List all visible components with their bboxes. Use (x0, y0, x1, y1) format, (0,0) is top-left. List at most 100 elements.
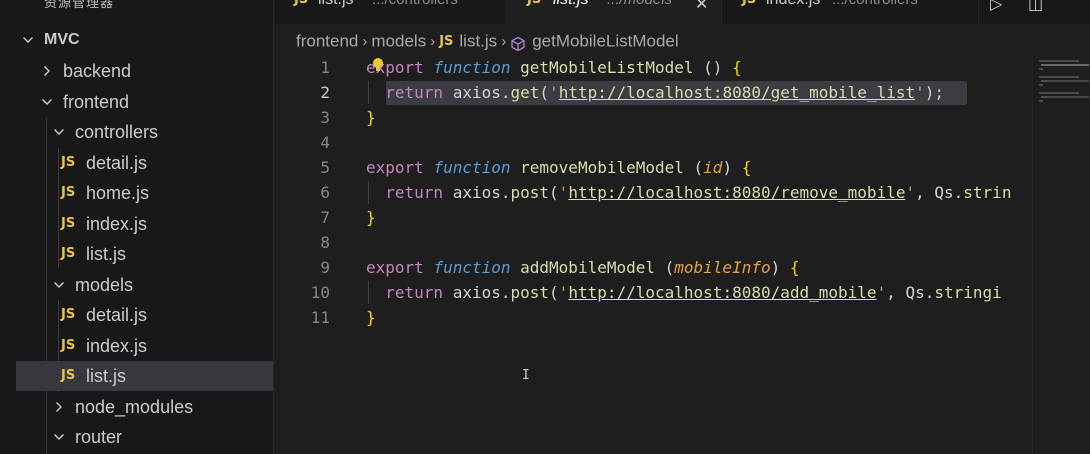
chevron-down-icon (52, 430, 66, 444)
explorer-header: 资源管理器 ··· (0, 0, 274, 12)
chevron-right-icon: › (362, 32, 368, 50)
code-token: axios. (443, 283, 511, 302)
code-line[interactable]: export function removeMobileModel (id) { (366, 155, 751, 180)
tab-path: .../controllers (372, 0, 458, 8)
line-number: 6 (320, 183, 330, 202)
tab-label: list.js (318, 0, 354, 9)
code-token: axios. (443, 83, 511, 102)
code-line[interactable]: export function addMobileModel (mobileIn… (366, 255, 800, 280)
more-actions-button[interactable]: ··· (232, 0, 253, 9)
code-line[interactable]: } (366, 205, 376, 230)
tree-folder-backend[interactable]: backend (0, 56, 273, 86)
minimap[interactable] (1032, 54, 1090, 454)
tree-file-detail-js[interactable]: JS detail.js (0, 300, 273, 330)
code-token: ( (683, 158, 704, 177)
code-token: export (366, 258, 424, 277)
close-tab-icon[interactable]: ✕ (695, 0, 708, 14)
tree-folder-router[interactable]: router (0, 422, 273, 452)
line-number: 4 (320, 133, 330, 152)
tree-folder-controllers[interactable]: controllers (0, 117, 273, 147)
breadcrumb-frontend[interactable]: frontend (296, 32, 358, 51)
line-number: 9 (320, 258, 330, 277)
line-number: 8 (320, 233, 330, 252)
code-line[interactable]: } (366, 105, 376, 130)
breadcrumb-models[interactable]: models (371, 32, 426, 51)
explorer-title: 资源管理器 (44, 0, 115, 10)
tab-controllers-index[interactable]: JS index.js .../controllers (722, 0, 979, 24)
js-file-icon: JS (61, 307, 76, 322)
tree-folder-frontend[interactable]: frontend (0, 87, 273, 117)
line-number: 2 (320, 83, 330, 102)
chevron-down-icon (21, 33, 35, 47)
tree-file-detail-js[interactable]: JS detail.js (0, 148, 273, 178)
breadcrumb-file[interactable]: list.js (459, 32, 497, 51)
code-token: ( (549, 183, 559, 202)
code-token: } (366, 108, 376, 127)
chevron-down-icon (40, 95, 54, 109)
tree-root-mvc[interactable]: MVC (0, 25, 273, 55)
js-file-icon: JS (742, 0, 756, 7)
code-token: post (510, 183, 550, 202)
tree-file-home-js[interactable]: JS home.js (0, 178, 273, 208)
code-token: http://localhost:8080/remove_mobile (568, 183, 906, 202)
tree-label: detail.js (86, 305, 148, 325)
tab-models-list[interactable]: JS list.js .../models ✕ (507, 0, 722, 24)
tree-folder-models[interactable]: models (0, 270, 273, 300)
line-number: 11 (310, 308, 330, 327)
breadcrumb: frontend › models › JS list.js › getMobileListM… (296, 28, 679, 54)
tree-label: controllers (75, 122, 159, 142)
code-token: { (732, 58, 742, 77)
tree-label: models (75, 274, 134, 295)
run-icon[interactable]: ▷ (990, 0, 1002, 14)
lightbulb-icon[interactable] (371, 57, 385, 73)
code-token: } (366, 308, 376, 327)
code-token: axios. (443, 183, 511, 202)
code-token: http://localhost:8080/get_mobile_list (558, 83, 916, 102)
tree-file-list-js[interactable]: JS list.js (16, 361, 273, 391)
js-file-icon: JS (439, 33, 454, 49)
tree-file-list-js[interactable]: JS list.js (0, 239, 273, 269)
tab-label: index.js (766, 0, 820, 9)
js-file-icon: JS (61, 215, 76, 231)
line-number: 1 (320, 58, 330, 77)
code-line[interactable]: return axios.post('http://localhost:8080… (366, 180, 1011, 205)
code-token: ) (722, 158, 742, 177)
code-editor[interactable]: 1 2 3 4 5 6 7 8 9 10 11 export function getMobileL… (274, 54, 1090, 454)
line-number: 10 (310, 283, 330, 302)
breadcrumb-symbol[interactable]: getMobileListModel (532, 32, 678, 51)
line-number: 3 (320, 108, 330, 127)
code-token: strin (963, 183, 1012, 202)
tree-folder-node-modules[interactable]: node_modules (0, 392, 273, 422)
code-line[interactable]: export function getMobileListModel () { (366, 55, 742, 80)
code-token: return (385, 183, 444, 202)
chevron-right-icon (52, 400, 66, 414)
tree-label: detail.js (86, 152, 148, 173)
code-token: function (433, 258, 511, 277)
code-token: export (366, 158, 424, 177)
tab-path: .../models (607, 0, 672, 8)
code-line[interactable]: return axios.post('http://localhost:8080… (366, 280, 1002, 305)
code-line[interactable]: return axios.get('http://localhost:8080/… (366, 80, 944, 105)
code-token: ' (558, 183, 569, 202)
tree-file-index-js[interactable]: JS index.js (0, 209, 273, 239)
code-token: return (385, 283, 444, 302)
code-token: function (433, 58, 511, 77)
code-token: ' (915, 83, 925, 102)
code-token: ' (876, 283, 887, 302)
chevron-right-icon: › (501, 32, 507, 50)
code-line[interactable]: } (366, 305, 376, 330)
split-editor-icon[interactable]: ◫ (1028, 0, 1043, 14)
tree-file-index-js[interactable]: JS index.js (0, 331, 273, 361)
code-token: ); (924, 83, 945, 102)
code-token: return (385, 83, 444, 102)
code-token: ' (549, 83, 559, 102)
chevron-right-icon: › (430, 32, 436, 50)
code-token: { (789, 258, 800, 277)
tab-bar: JS list.js .../controllers JS list.js ..… (274, 0, 1090, 24)
line-number: 7 (320, 208, 330, 227)
code-token: ( (539, 83, 550, 102)
tab-controllers-list[interactable]: JS list.js .../controllers (274, 0, 507, 24)
tree-label: index.js (86, 335, 148, 356)
